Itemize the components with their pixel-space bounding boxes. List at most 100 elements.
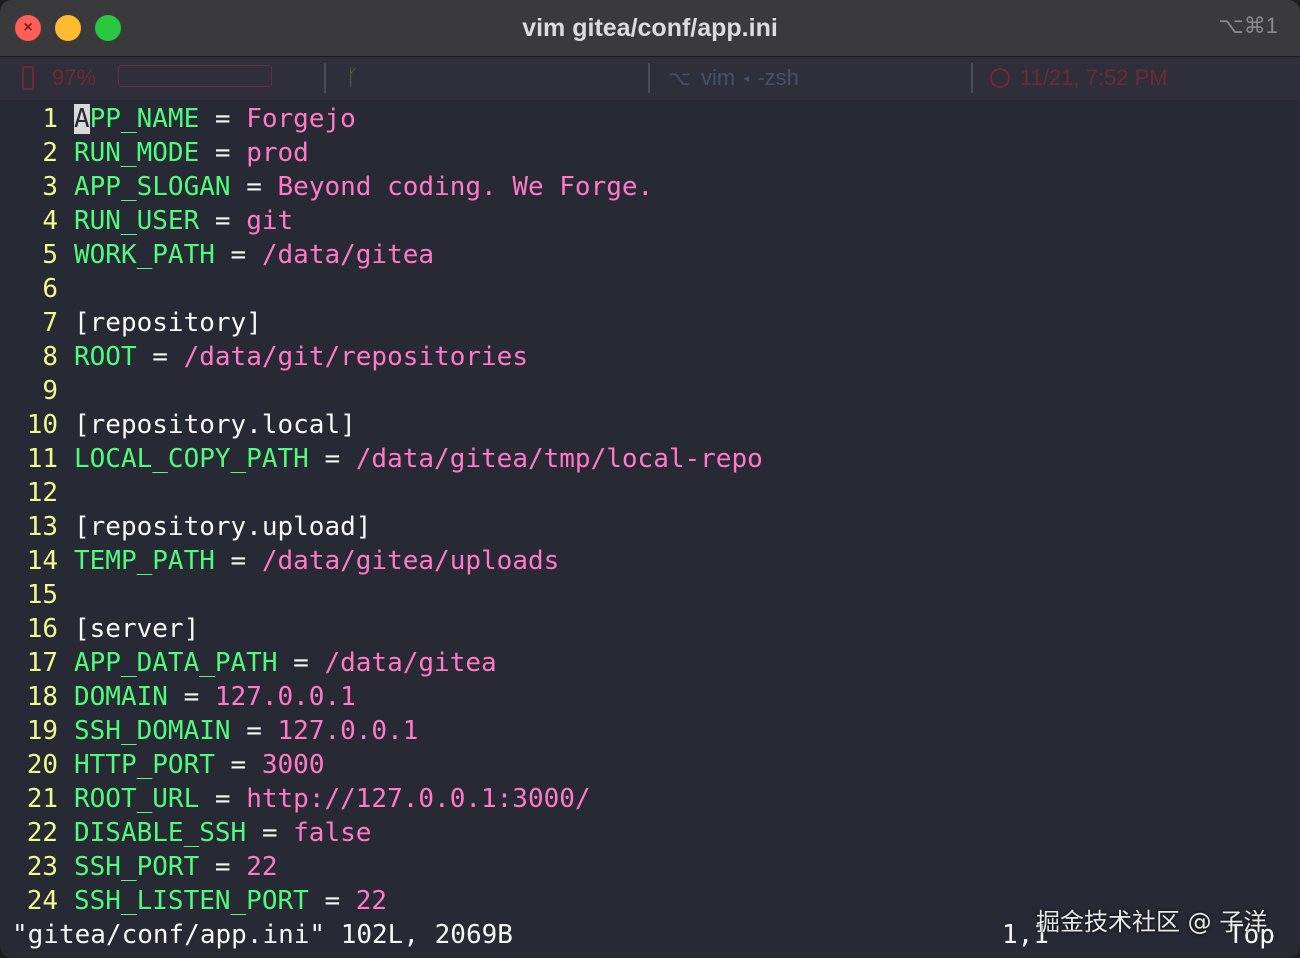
line-content: [server] xyxy=(74,614,199,644)
code-line[interactable]: 5 WORK_PATH = /data/gitea xyxy=(0,238,434,272)
line-content: SSH_DOMAIN = 127.0.0.1 xyxy=(74,716,418,746)
datetime-text: 11/21, 7:52 PM xyxy=(1020,65,1168,90)
battery-icon xyxy=(22,66,34,90)
ini-key: SSH_DOMAIN xyxy=(74,716,231,746)
line-number: 24 xyxy=(26,886,58,916)
code-line[interactable]: 18 DOMAIN = 127.0.0.1 xyxy=(0,680,356,714)
ini-equals: = xyxy=(230,172,278,202)
ini-section: [repository] xyxy=(74,308,262,338)
code-line[interactable]: 8 ROOT = /data/git/repositories xyxy=(0,340,528,374)
code-line[interactable]: 2 RUN_MODE = prod xyxy=(0,136,309,170)
line-content: LOCAL_COPY_PATH = /data/gitea/tmp/local-… xyxy=(74,444,763,474)
code-line[interactable]: 4 RUN_USER = git xyxy=(0,204,293,238)
ini-value: 22 xyxy=(246,852,278,882)
ini-equals: = xyxy=(277,648,325,678)
shell-name: -zsh xyxy=(757,65,799,90)
line-content: DISABLE_SSH = false xyxy=(74,818,371,848)
line-number: 9 xyxy=(42,376,58,406)
code-line[interactable]: 22 DISABLE_SSH = false xyxy=(0,816,372,850)
ini-section: [repository.local] xyxy=(74,410,356,440)
code-line[interactable]: 13 [repository.upload] xyxy=(0,510,372,544)
ini-value: /data/git/repositories xyxy=(183,342,528,372)
ini-key: LOCAL_COPY_PATH xyxy=(74,444,309,474)
ini-value: prod xyxy=(246,138,309,168)
line-number: 5 xyxy=(42,240,58,270)
line-content: DOMAIN = 127.0.0.1 xyxy=(74,682,356,712)
ini-value: /data/gitea xyxy=(324,648,497,678)
ini-section: [server] xyxy=(74,614,200,644)
git-status: ᚴ xyxy=(346,65,359,91)
ini-key: SSH_LISTEN_PORT xyxy=(74,886,309,916)
code-line[interactable]: 17 APP_DATA_PATH = /data/gitea xyxy=(0,646,497,680)
process-status: ⌥ vim ◂ -zsh xyxy=(668,65,799,91)
line-content: APP_DATA_PATH = /data/gitea xyxy=(74,648,497,678)
ini-value: 3000 xyxy=(261,750,325,780)
ini-key: ROOT xyxy=(74,342,137,372)
line-number: 16 xyxy=(26,614,58,644)
git-branch-icon: ᚴ xyxy=(346,65,360,90)
watermark: 掘金技术社区 @ 子洋 xyxy=(1036,908,1268,936)
clock-icon xyxy=(990,68,1010,88)
ini-key: DOMAIN xyxy=(74,682,168,712)
terminal-window: × vim gitea/conf/app.ini ⌥⌘1 97% ᚴ ⌥ vim… xyxy=(0,0,1300,958)
ini-value: /data/gitea/uploads xyxy=(261,546,560,576)
line-content: [repository] xyxy=(74,308,262,338)
line-number: 21 xyxy=(26,784,58,814)
ini-key: ROOT_URL xyxy=(74,784,200,814)
code-line[interactable]: 9 xyxy=(0,374,74,408)
code-line[interactable]: 11 LOCAL_COPY_PATH = /data/gitea/tmp/loca… xyxy=(0,442,763,476)
battery-text: 97% xyxy=(52,65,97,90)
title-bar[interactable]: × vim gitea/conf/app.ini ⌥⌘1 xyxy=(0,0,1300,57)
line-number: 1 xyxy=(42,104,58,134)
line-number: 17 xyxy=(26,648,58,678)
ini-key: DISABLE_SSH xyxy=(74,818,247,848)
minimize-button[interactable] xyxy=(55,15,81,41)
ini-value: Forgejo xyxy=(246,104,356,134)
ini-equals: = xyxy=(246,818,294,848)
line-number: 10 xyxy=(26,410,58,440)
code-line[interactable]: 6 xyxy=(0,272,74,306)
process-name: vim xyxy=(701,65,736,90)
line-number: 18 xyxy=(26,682,58,712)
line-number: 7 xyxy=(42,308,58,338)
code-line[interactable]: 23 SSH_PORT = 22 xyxy=(0,850,278,884)
code-line[interactable]: 1 APP_NAME = Forgejo xyxy=(0,102,356,136)
line-content: RUN_USER = git xyxy=(74,206,293,236)
ini-equals: = xyxy=(136,342,184,372)
ini-value: /data/gitea xyxy=(261,240,435,270)
line-number: 11 xyxy=(26,444,58,474)
vim-editor[interactable]: "gitea/conf/app.ini" 102L, 2069B 1,1 Top… xyxy=(0,100,1300,958)
line-number: 3 xyxy=(42,172,58,202)
code-line[interactable]: 10 [repository.local] xyxy=(0,408,356,442)
maximize-button[interactable] xyxy=(95,15,121,41)
line-number: 20 xyxy=(26,750,58,780)
divider xyxy=(324,63,326,93)
ini-key: APP_DATA_PATH xyxy=(74,648,278,678)
status-bar: 97% ᚴ ⌥ vim ◂ -zsh 11/21, 7:52 PM xyxy=(0,57,1300,100)
code-line[interactable]: 7 [repository] xyxy=(0,306,262,340)
ini-key: SSH_PORT xyxy=(74,852,200,882)
code-line[interactable]: 16 [server] xyxy=(0,612,200,646)
code-line[interactable]: 20 HTTP_PORT = 3000 xyxy=(0,748,325,782)
line-number: 12 xyxy=(26,478,58,508)
code-line[interactable]: 24 SSH_LISTEN_PORT = 22 xyxy=(0,884,387,918)
line-content: APP_NAME = Forgejo xyxy=(74,104,356,134)
code-line[interactable]: 19 SSH_DOMAIN = 127.0.0.1 xyxy=(0,714,419,748)
battery-status: 97% xyxy=(22,65,96,91)
text-cursor: A xyxy=(74,104,90,134)
ini-value: http://127.0.0.1:3000/ xyxy=(246,784,591,814)
code-line[interactable]: 15 xyxy=(0,578,74,612)
code-line[interactable]: 12 xyxy=(0,476,74,510)
ini-key: RUN_USER xyxy=(74,206,200,236)
line-number: 6 xyxy=(42,274,58,304)
close-button[interactable]: × xyxy=(15,15,41,41)
ini-equals: = xyxy=(199,138,247,168)
window-title: vim gitea/conf/app.ini xyxy=(522,13,778,42)
line-number: 19 xyxy=(26,716,58,746)
code-line[interactable]: 21 ROOT_URL = http://127.0.0.1:3000/ xyxy=(0,782,591,816)
line-content: HTTP_PORT = 3000 xyxy=(74,750,324,780)
code-line[interactable]: 14 TEMP_PATH = /data/gitea/uploads xyxy=(0,544,560,578)
line-content: ROOT = /data/git/repositories xyxy=(74,342,528,372)
line-content: RUN_MODE = prod xyxy=(74,138,309,168)
code-line[interactable]: 3 APP_SLOGAN = Beyond coding. We Forge. xyxy=(0,170,653,204)
